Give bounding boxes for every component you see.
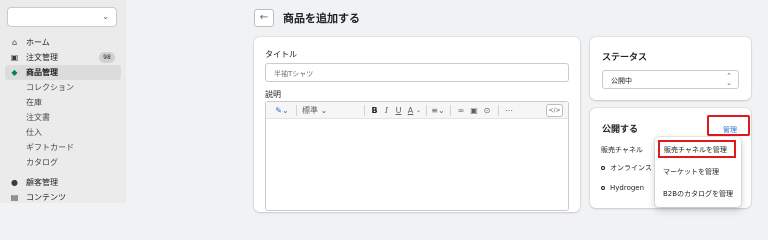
- sidebar-item-home[interactable]: ⌂ ホーム: [0, 35, 126, 50]
- chevron-down-icon: ⌄: [102, 12, 109, 21]
- channel-label: オンラインス: [610, 164, 652, 172]
- store-select[interactable]: ⌄: [7, 7, 117, 27]
- channel-bullet-icon: [601, 186, 605, 190]
- underline-button[interactable]: U: [394, 104, 403, 117]
- sidebar-item-label: コンテンツ: [26, 193, 66, 202]
- sidebar-item-label: 仕入: [26, 128, 42, 137]
- select-arrows-icon: ⌃ ⌄: [726, 72, 732, 87]
- customer-icon: ●: [11, 178, 18, 187]
- title-input[interactable]: 半袖Tシャツ: [265, 63, 569, 82]
- sidebar-item-label: コレクション: [26, 83, 74, 92]
- channel-label: Hydrogen: [610, 184, 645, 192]
- title-placeholder: 半袖Tシャツ: [274, 70, 314, 78]
- more-icon[interactable]: ⋯: [504, 104, 514, 117]
- status-select[interactable]: 公開中 ⌃ ⌄: [602, 70, 739, 89]
- menu-item-manage-sales-channels[interactable]: 販売チャネルを管理: [658, 140, 736, 158]
- arrow-left-icon: ←: [259, 12, 269, 23]
- image-icon[interactable]: ▣: [469, 104, 479, 117]
- sidebar-item-catalogs[interactable]: カタログ: [0, 155, 126, 170]
- title-label: タイトル: [265, 50, 297, 59]
- page-title: 商品を追加する: [283, 12, 360, 25]
- toolbar-divider: [498, 105, 499, 116]
- sidebar-item-label: カタログ: [26, 158, 58, 167]
- sidebar-item-label: 注文管理: [26, 53, 58, 62]
- format-select-value: 標準: [302, 106, 318, 115]
- orders-count-badge: 98: [99, 52, 115, 63]
- manage-button[interactable]: 管理 ⌄: [707, 115, 750, 136]
- description-editor[interactable]: ✎⌄ 標準 ⌄ B I U A ⌄ ≡⌄ ∞ ▣ ⊙ ⋯ </>: [265, 101, 569, 211]
- sidebar-item-content[interactable]: ▤ コンテンツ: [0, 190, 126, 205]
- description-label: 説明: [265, 90, 281, 99]
- sidebar-item-label: 注文書: [26, 113, 50, 122]
- tag-icon: ◆: [11, 68, 18, 77]
- sidebar-item-label: ギフトカード: [26, 143, 74, 152]
- content-icon: ▤: [10, 193, 19, 202]
- menu-item-label: 販売チャネルを管理: [664, 146, 727, 154]
- toolbar-divider: [426, 105, 427, 116]
- channel-bullet-icon: [601, 166, 605, 170]
- manage-popover-menu: 販売チャネルを管理 マーケットを管理 B2Bのカタログを管理: [655, 137, 741, 207]
- sidebar: ⌄ ⌂ ホーム ▣ 注文管理 98 ◆ 商品管理 コレクション 在庫 注文書 仕…: [0, 0, 126, 203]
- sidebar-item-orders[interactable]: ▣ 注文管理 98: [0, 50, 126, 65]
- sidebar-item-label: 在庫: [26, 98, 42, 107]
- publishing-title: 公開する: [602, 125, 639, 135]
- chevron-down-icon[interactable]: ⌄: [415, 104, 422, 117]
- italic-button[interactable]: I: [382, 104, 391, 117]
- channel-online-store: オンラインス: [601, 163, 652, 173]
- bold-button[interactable]: B: [370, 104, 379, 117]
- toolbar-divider: [450, 105, 451, 116]
- orders-icon: ▣: [10, 53, 19, 62]
- sidebar-item-purchase-orders[interactable]: 注文書: [0, 110, 126, 125]
- menu-item-manage-markets[interactable]: マーケットを管理: [655, 161, 741, 183]
- chevron-down-icon: ⌄: [723, 125, 729, 133]
- status-card: ステータス 公開中 ⌃ ⌄: [590, 37, 751, 100]
- toolbar-divider: [364, 105, 365, 116]
- sidebar-item-label: 顧客管理: [26, 178, 58, 187]
- sidebar-item-collections[interactable]: コレクション: [0, 80, 126, 95]
- editor-toolbar: ✎⌄ 標準 ⌄ B I U A ⌄ ≡⌄ ∞ ▣ ⊙ ⋯ </>: [266, 102, 568, 119]
- sidebar-item-gift-cards[interactable]: ギフトカード: [0, 140, 126, 155]
- sidebar-item-transfers[interactable]: 仕入: [0, 125, 126, 140]
- sidebar-item-label: 商品管理: [26, 68, 58, 77]
- sales-channels-label: 販売チャネル: [601, 146, 643, 154]
- sidebar-item-inventory[interactable]: 在庫: [0, 95, 126, 110]
- channel-hydrogen: Hydrogen: [601, 184, 644, 192]
- menu-item-label: B2Bのカタログを管理: [663, 190, 734, 198]
- menu-item-label: マーケットを管理: [663, 168, 719, 176]
- status-select-value: 公開中: [611, 77, 632, 85]
- code-view-button[interactable]: </>: [546, 104, 563, 117]
- link-icon[interactable]: ∞: [456, 104, 466, 117]
- text-color-button[interactable]: A: [406, 104, 415, 117]
- sidebar-item-customers[interactable]: ● 顧客管理: [0, 175, 126, 190]
- home-icon: ⌂: [11, 38, 18, 47]
- magic-icon[interactable]: ✎⌄: [272, 104, 292, 117]
- align-icon[interactable]: ≡⌄: [431, 104, 445, 117]
- toolbar-divider: [296, 105, 297, 116]
- back-button[interactable]: ←: [254, 9, 274, 27]
- menu-item-manage-b2b-catalogs[interactable]: B2Bのカタログを管理: [655, 183, 741, 205]
- video-icon[interactable]: ⊙: [482, 104, 492, 117]
- status-title: ステータス: [602, 53, 648, 63]
- product-details-card: タイトル 半袖Tシャツ 説明 ✎⌄ 標準 ⌄ B I U A ⌄ ≡⌄ ∞ ▣ …: [254, 37, 580, 212]
- sidebar-item-products[interactable]: ◆ 商品管理: [5, 65, 121, 80]
- sidebar-item-label: ホーム: [26, 38, 50, 47]
- format-select[interactable]: 標準 ⌄: [302, 104, 338, 117]
